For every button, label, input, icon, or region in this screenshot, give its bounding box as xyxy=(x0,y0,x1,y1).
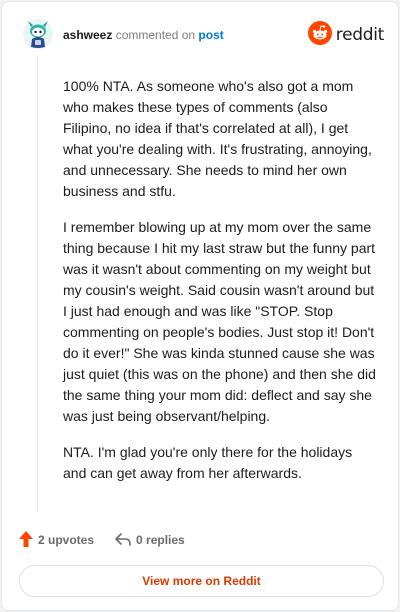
reddit-brand-link[interactable]: reddit xyxy=(307,20,385,50)
embedded-comment-card: ashweez commented on post reddit 100% NT… xyxy=(1,1,399,611)
upvote-button[interactable]: 2 upvotes xyxy=(18,530,94,551)
comment-body: 100% NTA. As someone who's also got a mo… xyxy=(63,76,379,499)
username-link[interactable]: ashweez xyxy=(63,28,112,42)
view-more-button[interactable]: View more on Reddit xyxy=(19,565,384,597)
comment-paragraph: NTA. I'm glad you're only there for the … xyxy=(63,444,353,481)
comment-paragraph: I remember blowing up at my mom over the… xyxy=(63,219,376,424)
post-link[interactable]: post xyxy=(198,28,223,42)
thread-line xyxy=(37,56,38,512)
reply-button[interactable]: 0 replies xyxy=(114,531,185,550)
comment-header: ashweez commented on post reddit xyxy=(2,2,398,66)
reddit-wordmark: reddit xyxy=(335,25,385,45)
comment-meta: ashweez commented on post xyxy=(63,28,224,42)
comment-action-text: commented on xyxy=(112,28,199,42)
comment-footer: 2 upvotes 0 replies xyxy=(18,530,205,550)
upvote-count: 2 upvotes xyxy=(38,533,95,547)
reddit-logo-icon xyxy=(307,20,332,50)
comment-paragraph: 100% NTA. As someone who's also got a mo… xyxy=(63,78,372,199)
reply-arrow-icon xyxy=(114,531,136,550)
reply-count: 0 replies xyxy=(136,533,185,547)
upvote-arrow-icon xyxy=(18,530,38,551)
user-avatar-icon[interactable] xyxy=(22,18,54,50)
